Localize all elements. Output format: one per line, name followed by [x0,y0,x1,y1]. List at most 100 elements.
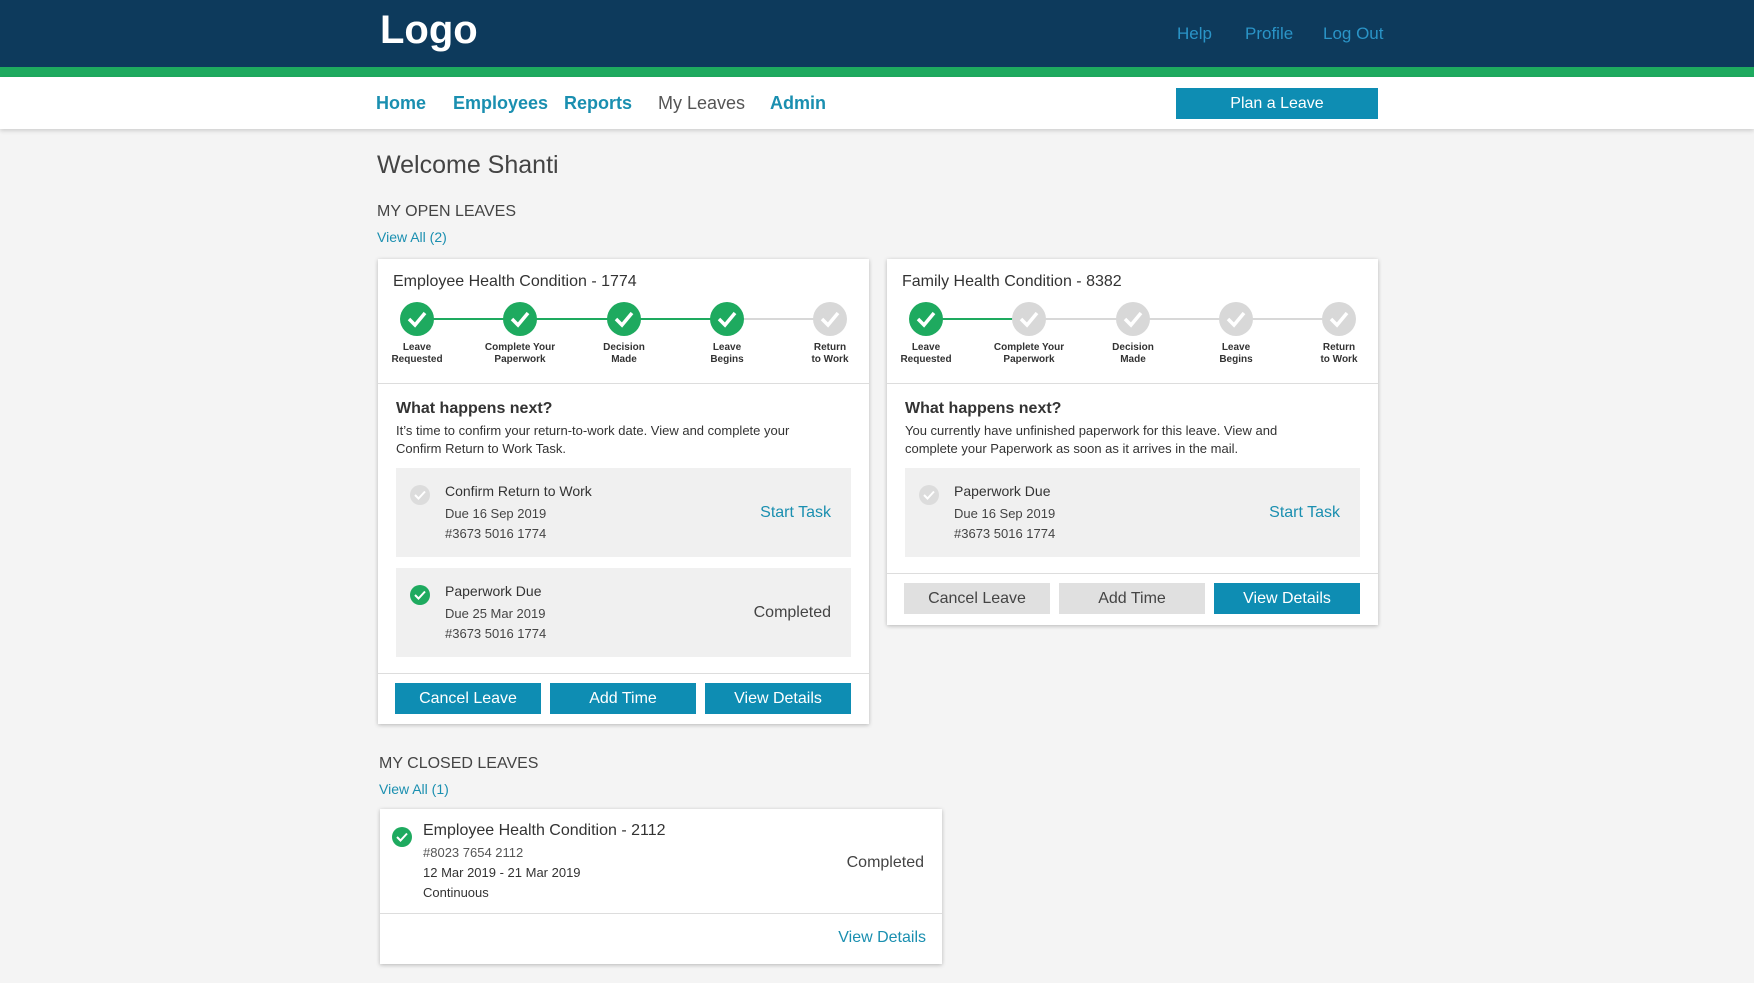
step-label: Requested [391,354,443,365]
leave-type: Continuous [423,885,489,900]
cancel-leave-button[interactable]: Cancel Leave [395,683,541,714]
check-icon [503,302,537,336]
nav-my-leaves[interactable]: My Leaves [658,93,745,114]
view-details-link[interactable]: View Details [838,929,926,947]
step-label: Begins [1219,354,1253,365]
leave-status: Completed [846,854,924,871]
step-label: Made [611,354,637,365]
check-icon [1116,302,1150,336]
page-title: Welcome Shanti [377,151,559,179]
next-steps-description: It’s time to confirm your return-to-work… [396,423,790,438]
progress-line-complete [417,318,727,320]
cancel-leave-button[interactable]: Cancel Leave [904,583,1050,614]
view-details-button[interactable]: View Details [1214,583,1360,614]
step-leave-begins: Leave Begins [1196,302,1276,366]
open-leave-card: Employee Health Condition - 1774 Leave Re… [378,259,869,724]
check-circle-icon [410,485,430,505]
step-label: Decision [603,342,645,353]
plan-leave-button[interactable]: Plan a Leave [1176,88,1378,119]
task-title: Paperwork Due [445,583,542,599]
start-task-link[interactable]: Start Task [1269,504,1340,522]
leave-dates: 12 Mar 2019 - 21 Mar 2019 [423,865,581,880]
next-steps-description: You currently have unfinished paperwork … [905,423,1278,438]
step-return-to-work: Return to Work [1299,302,1379,366]
step-label: Complete Your [484,342,556,353]
open-leaves-view-all-link[interactable]: View All (2) [377,229,447,245]
task-number: #3673 5016 1774 [445,526,547,541]
task-status: Completed [753,604,831,621]
leave-title: Employee Health Condition - 2112 [423,822,666,839]
step-decision-made: Decision Made [584,302,664,366]
view-details-button[interactable]: View Details [705,683,851,714]
step-complete-paperwork: Complete Your Paperwork [480,302,560,366]
step-label: Return [813,342,847,353]
leave-title: Family Health Condition - 8382 [902,273,1122,290]
check-icon [1219,302,1253,336]
task-number: #3673 5016 1774 [954,526,1056,541]
task-due-date: Due 16 Sep 2019 [954,506,1056,521]
open-leaves-heading: MY OPEN LEAVES [377,203,517,220]
leave-title: Employee Health Condition - 1774 [393,273,637,290]
step-leave-requested: Leave Requested [377,302,457,366]
task-due-date: Due 25 Mar 2019 [445,606,546,621]
open-leave-card: Family Health Condition - 8382 Leave Requ… [887,259,1378,625]
check-icon [1012,302,1046,336]
next-steps-heading: What happens next? [396,400,553,417]
top-header: Logo Help Profile Log Out [0,0,1754,67]
next-steps-heading: What happens next? [905,400,1062,417]
step-label: Leave [402,342,432,353]
check-icon [909,302,943,336]
step-complete-paperwork: Complete Your Paperwork [989,302,1069,366]
step-label: Return [1322,342,1356,353]
progress-line-pending [1029,318,1339,320]
check-circle-icon [392,827,412,847]
accent-bar [0,67,1754,77]
step-label: Leave [1221,342,1251,353]
check-icon [607,302,641,336]
step-label: Decision [1112,342,1154,353]
divider [887,383,1378,384]
step-label: Paperwork [494,354,546,365]
step-label: Leave [911,342,941,353]
step-decision-made: Decision Made [1093,302,1173,366]
closed-leave-card: Employee Health Condition - 2112 #8023 7… [380,809,942,964]
nav-employees[interactable]: Employees [453,93,548,114]
leave-progress-stepper: Leave Requested Complete Your Paperwork De… [378,302,869,372]
task-item: Paperwork Due Due 16 Sep 2019 #3673 5016… [905,468,1360,557]
closed-leaves-view-all-link[interactable]: View All (1) [379,781,449,797]
check-circle-icon [410,585,430,605]
step-label: Paperwork [1003,354,1055,365]
next-steps-description: Confirm Return to Work Task. [396,441,567,456]
check-icon [400,302,434,336]
add-time-button[interactable]: Add Time [1059,583,1205,614]
nav-admin[interactable]: Admin [770,93,826,114]
nav-home[interactable]: Home [376,93,426,114]
leave-progress-stepper: Leave Requested Complete Your Paperwork De… [887,302,1378,372]
step-label: to Work [1320,354,1358,365]
start-task-link[interactable]: Start Task [760,504,831,522]
add-time-button[interactable]: Add Time [550,683,696,714]
task-due-date: Due 16 Sep 2019 [445,506,547,521]
logo: Logo [380,8,478,52]
step-leave-begins: Leave Begins [687,302,767,366]
check-circle-icon [919,485,939,505]
next-steps-description: complete your Paperwork as soon as it ar… [905,441,1239,456]
step-label: Leave [712,342,742,353]
nav-reports[interactable]: Reports [564,93,632,114]
task-item: Confirm Return to Work Due 16 Sep 2019 #… [396,468,851,557]
main-nav: Home Employees Reports My Leaves Admin P… [0,77,1754,129]
help-link[interactable]: Help [1177,24,1212,44]
check-icon [813,302,847,336]
closed-leaves-heading: MY CLOSED LEAVES [379,755,539,772]
task-item: Paperwork Due Due 25 Mar 2019 #3673 5016… [396,568,851,657]
profile-link[interactable]: Profile [1245,24,1293,44]
step-return-to-work: Return to Work [790,302,870,366]
step-label: Made [1120,354,1146,365]
check-icon [710,302,744,336]
divider [378,383,869,384]
task-number: #3673 5016 1774 [445,626,547,641]
task-title: Paperwork Due [954,483,1051,499]
divider [380,913,942,914]
divider [378,673,869,674]
logout-link[interactable]: Log Out [1323,24,1384,44]
